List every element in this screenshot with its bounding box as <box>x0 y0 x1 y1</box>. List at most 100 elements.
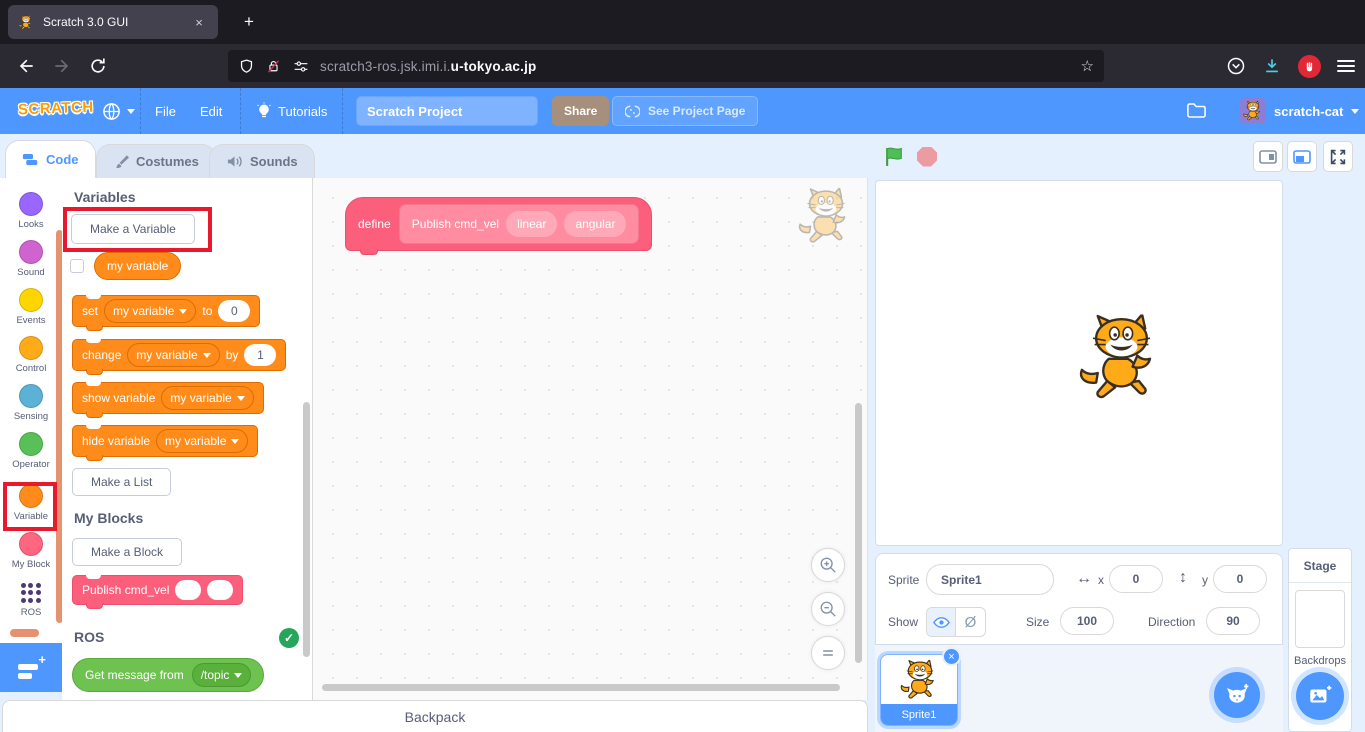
category-control[interactable]: Control <box>0 336 62 382</box>
tab-close-button[interactable] <box>190 13 208 31</box>
chevron-down-icon <box>231 439 239 444</box>
publish-cmd-vel-block[interactable]: Publish cmd_vel <box>72 575 243 605</box>
argument-slot[interactable] <box>207 580 233 600</box>
code-canvas[interactable] <box>313 178 868 700</box>
hide-variable-block[interactable]: hide variable my variable <box>72 425 258 457</box>
backdrop-thumbnail[interactable] <box>1295 590 1345 648</box>
code-scrollbar-horizontal[interactable] <box>322 684 840 691</box>
delete-sprite-badge[interactable] <box>942 647 961 666</box>
scratch-logo[interactable]: SCRATCH <box>18 99 94 119</box>
url-bar[interactable]: scratch3-ros.jsk.imi.i.u-tokyo.ac.jp <box>228 50 1104 82</box>
downloads-icon[interactable] <box>1262 56 1282 76</box>
menu-tutorials[interactable]: Tutorials <box>256 88 327 134</box>
see-project-page-button[interactable]: See Project Page <box>612 96 758 126</box>
define-block[interactable]: define Publish cmd_vel linear angular <box>345 197 652 251</box>
get-message-block[interactable]: Get message from /topic <box>72 658 264 692</box>
permissions-icon[interactable] <box>292 58 310 75</box>
change-value-input[interactable]: 1 <box>244 344 276 366</box>
tab-costumes[interactable]: Costumes <box>96 144 216 178</box>
new-tab-button[interactable] <box>236 9 262 35</box>
variable-checkbox[interactable] <box>70 259 84 273</box>
category-looks[interactable]: Looks <box>0 192 62 238</box>
tab-sounds[interactable]: Sounds <box>209 144 315 178</box>
large-stage-button[interactable] <box>1287 141 1317 172</box>
add-sprite-button[interactable] <box>1214 672 1260 718</box>
category-ros[interactable]: ROS <box>0 582 62 628</box>
pocket-icon[interactable] <box>1226 56 1246 76</box>
my-variable-block[interactable]: my variable <box>94 252 181 280</box>
topic-dropdown[interactable]: /topic <box>192 663 252 687</box>
size-input[interactable] <box>1060 607 1114 635</box>
add-extension-button[interactable] <box>0 643 62 692</box>
add-backdrop-icon <box>1307 683 1333 709</box>
account-menu[interactable]: scratch-cat <box>1240 98 1359 124</box>
direction-input[interactable] <box>1206 607 1260 635</box>
make-block-button[interactable]: Make a Block <box>72 538 182 566</box>
stage-canvas[interactable] <box>875 180 1283 546</box>
project-name-input[interactable] <box>356 96 538 126</box>
events-color-dot <box>19 288 43 312</box>
category-variable[interactable]: Variable <box>0 484 62 530</box>
make-variable-button[interactable]: Make a Variable <box>71 214 195 244</box>
variable-dropdown[interactable]: my variable <box>104 299 196 323</box>
eye-icon <box>933 616 950 629</box>
change-variable-block[interactable]: change my variable by 1 <box>72 339 286 371</box>
param-angular[interactable]: angular <box>564 211 626 237</box>
hamburger-menu-icon[interactable] <box>1337 60 1355 72</box>
control-color-dot <box>19 336 43 360</box>
make-list-button[interactable]: Make a List <box>72 468 171 496</box>
variable-dropdown[interactable]: my variable <box>127 343 219 367</box>
palette-scrollbar[interactable] <box>303 402 310 657</box>
stage-sprite-cat[interactable] <box>1074 314 1169 402</box>
category-sound[interactable]: Sound <box>0 240 62 286</box>
browser-tab[interactable]: Scratch 3.0 GUI <box>8 5 218 39</box>
screen: Scratch 3.0 GUI scratch3-ros.jsk. <box>0 0 1365 732</box>
set-value-input[interactable]: 0 <box>218 300 250 322</box>
hide-sprite-button[interactable] <box>956 608 985 636</box>
category-events[interactable]: Events <box>0 288 62 334</box>
category-my-block[interactable]: My Block <box>0 532 62 578</box>
small-stage-button[interactable] <box>1253 141 1283 172</box>
menu-edit[interactable]: Edit <box>200 88 222 134</box>
y-input[interactable] <box>1213 565 1267 593</box>
zoom-out-button[interactable] <box>811 592 845 626</box>
backpack-bar[interactable]: Backpack <box>2 700 868 732</box>
share-button[interactable]: Share <box>552 96 609 126</box>
category-scrollbar-horizontal[interactable] <box>10 629 39 637</box>
variable-dropdown[interactable]: my variable <box>161 386 253 410</box>
insecure-lock-icon[interactable] <box>265 58 282 75</box>
language-selector[interactable] <box>102 88 135 134</box>
add-backdrop-button[interactable] <box>1296 672 1344 720</box>
bookmark-star-icon[interactable] <box>1081 57 1094 75</box>
code-blocks-icon <box>22 153 39 167</box>
green-flag-button[interactable] <box>884 146 905 167</box>
paintbrush-icon <box>113 154 129 170</box>
set-variable-block[interactable]: set my variable to 0 <box>72 295 260 327</box>
category-sensing[interactable]: Sensing <box>0 384 62 430</box>
back-button[interactable] <box>16 56 36 76</box>
sprite-name-input[interactable] <box>926 564 1054 595</box>
variable-dropdown[interactable]: my variable <box>156 429 248 453</box>
show-sprite-button[interactable] <box>927 608 956 636</box>
ros-dots-icon <box>20 582 42 604</box>
argument-slot[interactable] <box>175 580 201 600</box>
menu-file[interactable]: File <box>155 88 176 134</box>
backpack-label: Backpack <box>405 709 466 725</box>
code-scrollbar-vertical[interactable] <box>855 403 862 663</box>
show-variable-block[interactable]: show variable my variable <box>72 382 264 414</box>
zoom-in-button[interactable] <box>811 548 845 582</box>
fullscreen-button[interactable] <box>1323 141 1353 172</box>
my-block-color-dot <box>19 532 43 556</box>
extension-hand-icon[interactable] <box>1298 55 1321 78</box>
category-operator[interactable]: Operator <box>0 432 62 478</box>
add-extension-icon <box>16 655 46 681</box>
x-input[interactable] <box>1109 565 1163 593</box>
stop-button[interactable] <box>917 147 937 167</box>
tracking-shield-icon[interactable] <box>238 58 255 75</box>
forward-button[interactable] <box>52 56 72 76</box>
param-linear[interactable]: linear <box>506 211 557 237</box>
tab-code[interactable]: Code <box>5 140 96 178</box>
zoom-reset-button[interactable] <box>811 636 845 670</box>
reload-button[interactable] <box>88 56 108 76</box>
my-stuff-folder-icon[interactable] <box>1186 101 1207 120</box>
